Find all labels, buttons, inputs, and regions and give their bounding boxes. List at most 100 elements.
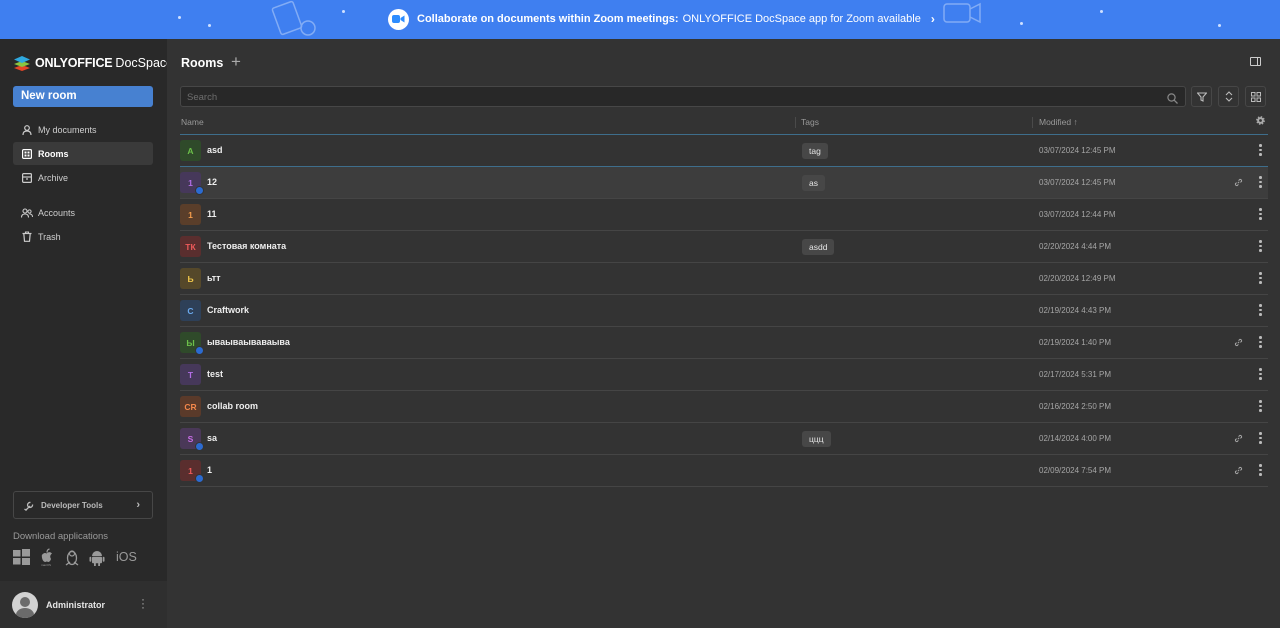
search-field[interactable]	[180, 86, 1186, 107]
sidebar-item-label: My documents	[38, 124, 97, 135]
banner-bold-text: Collaborate on documents within Zoom mee…	[417, 13, 679, 25]
sidebar-item-rooms[interactable]: Rooms	[13, 142, 153, 165]
table-row[interactable]: Ь ьтт 02/20/2024 12:49 PM	[180, 263, 1268, 295]
room-name[interactable]: Craftwork	[207, 305, 249, 315]
more-vertical-icon[interactable]	[1259, 144, 1262, 158]
promo-banner[interactable]: Collaborate on documents within Zoom mee…	[0, 0, 1280, 39]
modified-date: 02/20/2024 4:44 PM	[1039, 242, 1112, 251]
link-icon[interactable]	[1234, 434, 1243, 445]
filter-button[interactable]	[1191, 86, 1212, 107]
modified-date: 03/07/2024 12:45 PM	[1039, 178, 1116, 187]
new-room-button[interactable]: New room	[13, 86, 153, 107]
room-name[interactable]: ьтт	[207, 273, 221, 283]
link-icon[interactable]	[1234, 338, 1243, 349]
more-vertical-icon[interactable]	[1259, 368, 1262, 382]
more-vertical-icon[interactable]	[1259, 336, 1262, 350]
decor-dot	[1020, 22, 1023, 25]
modified-date: 02/19/2024 4:43 PM	[1039, 306, 1112, 315]
table-row[interactable]: ТК Тестовая комната asdd 02/20/2024 4:44…	[180, 231, 1268, 263]
room-name[interactable]: asd	[207, 145, 223, 155]
sidebar-item-trash[interactable]: Trash	[13, 225, 153, 248]
more-vertical-icon[interactable]	[1259, 240, 1262, 254]
more-vertical-icon[interactable]	[1259, 176, 1262, 190]
room-name[interactable]: 1	[207, 465, 212, 475]
svg-text:macOS: macOS	[41, 563, 51, 566]
table-row[interactable]: C Craftwork 02/19/2024 4:43 PM	[180, 295, 1268, 327]
table-header: Name Tags Modified ↑	[180, 113, 1268, 135]
column-tags[interactable]: Tags	[801, 117, 819, 127]
room-icon: 1	[180, 204, 201, 225]
room-name[interactable]: Тестовая комната	[207, 241, 286, 251]
windows-icon[interactable]	[13, 549, 30, 565]
globe-icon	[195, 442, 204, 451]
column-modified[interactable]: Modified ↑	[1039, 117, 1078, 127]
room-name[interactable]: 12	[207, 177, 217, 187]
more-vertical-icon[interactable]	[1259, 304, 1262, 318]
android-icon[interactable]	[89, 549, 105, 566]
search-icon[interactable]	[1167, 91, 1178, 109]
developer-tools-label: Developer Tools	[41, 500, 103, 510]
logo[interactable]: ONLYOFFICE DocSpace	[13, 55, 173, 71]
table-row[interactable]: S sa ццц 02/14/2024 4:00 PM	[180, 423, 1268, 455]
column-resize-handle[interactable]	[1032, 117, 1033, 128]
table-row[interactable]: Ы ываываываваыва 02/19/2024 1:40 PM	[180, 327, 1268, 359]
user-profile-bar[interactable]: Administrator · · ·	[0, 581, 167, 628]
more-vertical-icon[interactable]: · · ·	[141, 593, 145, 613]
macos-icon[interactable]: macOS	[39, 548, 55, 566]
room-name[interactable]: sa	[207, 433, 217, 443]
table-row[interactable]: A asd tag 03/07/2024 12:45 PM	[180, 135, 1268, 167]
more-vertical-icon[interactable]	[1259, 400, 1262, 414]
room-name[interactable]: 11	[207, 209, 217, 219]
modified-date: 02/19/2024 1:40 PM	[1039, 338, 1112, 347]
camera-illustration-icon	[943, 2, 981, 24]
filter-icon	[1196, 91, 1207, 102]
linux-icon[interactable]	[64, 549, 80, 566]
table-row[interactable]: 1 11 03/07/2024 12:44 PM	[180, 199, 1268, 231]
view-toggle-button[interactable]	[1245, 86, 1266, 107]
sidebar-item-my-documents[interactable]: My documents	[13, 118, 153, 141]
table-settings-icon[interactable]	[1256, 116, 1265, 127]
room-name[interactable]: ываываываваыва	[207, 337, 290, 347]
room-icon: CR	[180, 396, 201, 417]
banner-content[interactable]: Collaborate on documents within Zoom mee…	[388, 8, 935, 30]
table-row[interactable]: CR collab room 02/16/2024 2:50 PM	[180, 391, 1268, 423]
column-name[interactable]: Name	[181, 117, 204, 127]
room-tag[interactable]: asdd	[802, 239, 835, 255]
modified-date: 02/09/2024 7:54 PM	[1039, 466, 1112, 475]
room-tag[interactable]: ццц	[802, 431, 831, 447]
modified-date: 02/14/2024 4:00 PM	[1039, 434, 1112, 443]
decor-dot	[1100, 10, 1103, 13]
ios-app-link[interactable]: iOS	[116, 550, 137, 564]
download-apps-list: macOS iOS	[13, 548, 137, 566]
sidebar-item-accounts[interactable]: Accounts	[13, 201, 153, 224]
room-name[interactable]: test	[207, 369, 223, 379]
more-vertical-icon[interactable]	[1259, 272, 1262, 286]
room-tag[interactable]: as	[802, 175, 825, 191]
table-row[interactable]: 1 12 as 03/07/2024 12:45 PM	[180, 167, 1268, 199]
globe-icon	[195, 346, 204, 355]
sidebar-item-archive[interactable]: Archive	[13, 166, 153, 189]
more-vertical-icon[interactable]	[1259, 432, 1262, 446]
developer-tools-button[interactable]: Developer Tools ›	[13, 491, 153, 519]
add-room-button[interactable]: +	[231, 52, 241, 72]
link-icon[interactable]	[1234, 466, 1243, 477]
modified-date: 03/07/2024 12:45 PM	[1039, 146, 1116, 155]
room-icon: A	[180, 140, 201, 161]
link-icon[interactable]	[1234, 178, 1243, 189]
decor-dot	[208, 24, 211, 27]
info-panel-toggle-icon[interactable]	[1250, 57, 1261, 66]
sort-button[interactable]	[1218, 86, 1239, 107]
decor-dot	[342, 10, 345, 13]
globe-icon	[195, 186, 204, 195]
table-row[interactable]: T test 02/17/2024 5:31 PM	[180, 359, 1268, 391]
room-name[interactable]: collab room	[207, 401, 258, 411]
search-input[interactable]	[181, 88, 1185, 107]
room-tag[interactable]: tag	[802, 143, 828, 159]
more-vertical-icon[interactable]	[1259, 464, 1262, 478]
table-row[interactable]: 1 1 02/09/2024 7:54 PM	[180, 455, 1268, 487]
modified-date: 03/07/2024 12:44 PM	[1039, 210, 1116, 219]
column-resize-handle[interactable]	[795, 117, 796, 128]
avatar[interactable]	[12, 592, 38, 618]
more-vertical-icon[interactable]	[1259, 208, 1262, 222]
rooms-list: A asd tag 03/07/2024 12:45 PM 1 12 as 03…	[180, 135, 1268, 487]
